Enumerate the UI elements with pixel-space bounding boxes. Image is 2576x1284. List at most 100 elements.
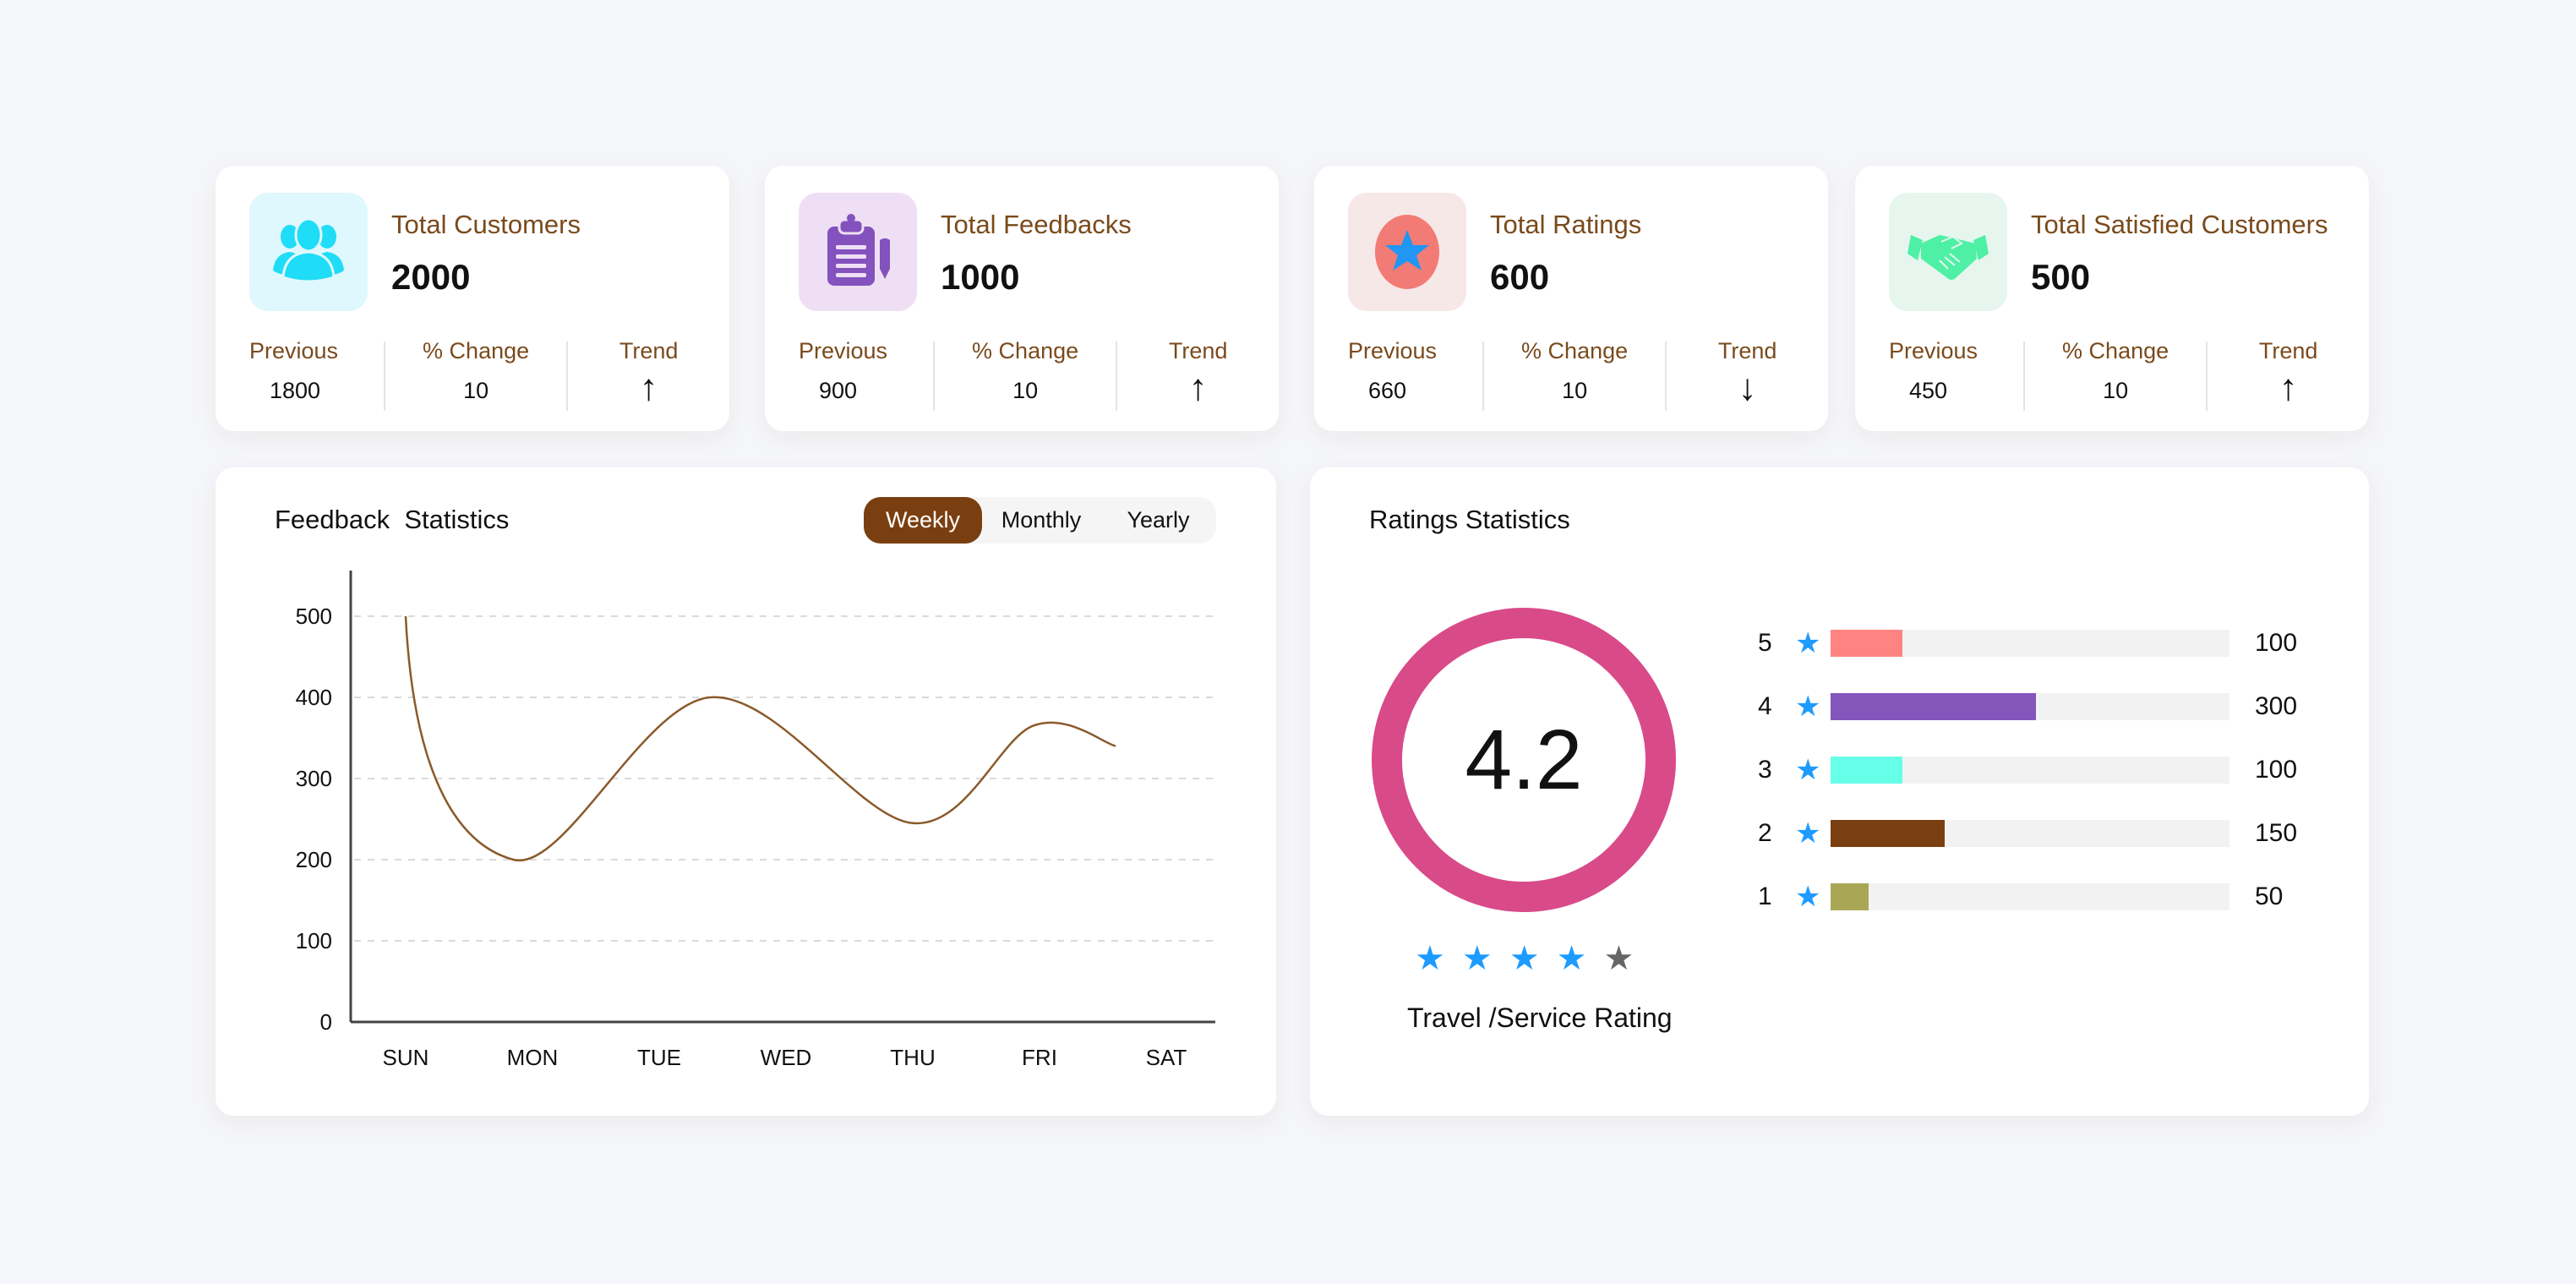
rating-bar-fill — [1831, 692, 2037, 720]
feedback-series-line — [404, 615, 1116, 862]
feedback-line-chart: 0 100 200 300 400 500 SUN MON TUE WED THU FRI SAT — [296, 571, 1215, 1070]
rating-count: 150 — [2255, 818, 2298, 847]
change-value: 10 — [1012, 378, 1039, 403]
y-tick-label: 200 — [296, 847, 332, 872]
star-level: 4 — [1758, 691, 1772, 720]
change-label: % Change — [1521, 338, 1629, 363]
rating-bar-track — [1831, 756, 2229, 784]
rating-count: 100 — [2255, 628, 2298, 657]
clipboard-icon — [799, 193, 917, 311]
star-level: 2 — [1758, 818, 1772, 847]
previous-value: 660 — [1368, 378, 1407, 403]
star-level: 5 — [1758, 628, 1772, 657]
star-icon: ★ — [1795, 690, 1821, 723]
previous-label: Previous — [1889, 338, 1978, 363]
rating-distribution-row: 2 ★ 150 — [1758, 801, 2333, 865]
handshake-icon — [1889, 193, 2007, 311]
star-icon: ★ — [1795, 753, 1821, 786]
trend-stat: Trend ↑ — [1117, 338, 1279, 419]
x-tick-label: THU — [890, 1045, 935, 1070]
arrow-up-icon: ↑ — [2279, 367, 2298, 408]
trend-stat: Trend ↑ — [2208, 338, 2369, 419]
trend-stat: Trend ↓ — [1667, 338, 1828, 419]
card-title: Total Ratings — [1490, 210, 1642, 239]
previous-label: Previous — [1348, 338, 1438, 363]
arrow-up-icon: ↑ — [639, 367, 658, 408]
x-tick-label: WED — [761, 1045, 812, 1070]
kpi-card: Total Customers 2000 Previous 1800 % Cha… — [216, 166, 729, 431]
change-stat: % Change 10 — [385, 338, 566, 419]
y-tick-label: 300 — [296, 766, 332, 791]
star-badge-icon — [1348, 193, 1466, 311]
ratings-statistics-title: Ratings Statistics — [1369, 505, 1570, 534]
rating-distribution-row: 3 ★ 100 — [1758, 738, 2333, 801]
rating-bar-fill — [1831, 882, 1869, 910]
previous-stat: Previous 1800 — [216, 338, 384, 419]
card-title: Total Feedbacks — [941, 210, 1132, 239]
previous-label: Previous — [799, 338, 888, 363]
rating-count: 100 — [2255, 755, 2298, 784]
kpi-card: Total Satisfied Customers 500 Previous 4… — [1855, 166, 2369, 431]
star-filled-icon: ★ — [1415, 940, 1445, 977]
users-icon — [249, 193, 368, 311]
y-tick-label: 500 — [296, 604, 332, 629]
card-stats: Previous 900 % Change 10 Trend ↑ — [765, 338, 1279, 419]
star-filled-icon: ★ — [1509, 940, 1540, 977]
trend-label: Trend — [2258, 338, 2318, 363]
change-value: 10 — [2103, 378, 2129, 403]
previous-stat: Previous 450 — [1855, 338, 2023, 419]
change-label: % Change — [423, 338, 530, 363]
feedback-statistics-panel: Feedback Statistics Weekly Monthly Yearl… — [216, 467, 1276, 1116]
y-tick-label: 0 — [320, 1009, 332, 1035]
rating-distribution-row: 1 ★ 50 — [1758, 865, 2333, 928]
star-empty-icon: ★ — [1603, 940, 1635, 977]
rating-bar-track — [1831, 629, 2229, 657]
previous-stat: Previous 900 — [765, 338, 933, 419]
rating-bar-fill — [1831, 629, 1902, 657]
rating-distribution-row: 5 ★ 100 — [1758, 611, 2333, 675]
star-filled-icon: ★ — [1556, 940, 1587, 977]
star-filled-icon: ★ — [1461, 940, 1493, 977]
card-title: Total Customers — [391, 210, 581, 239]
y-tick-label: 400 — [296, 685, 332, 710]
rating-count: 50 — [2255, 882, 2284, 910]
trend-label: Trend — [619, 338, 679, 363]
x-tick-label: SUN — [383, 1045, 429, 1070]
arrow-up-icon: ↑ — [1188, 367, 1208, 408]
rating-bar-fill — [1831, 756, 1902, 784]
previous-stat: Previous 660 — [1314, 338, 1482, 419]
rating-caption: Travel /Service Rating — [1407, 1003, 1673, 1033]
x-tick-label: MON — [507, 1045, 559, 1070]
previous-value: 900 — [819, 378, 858, 403]
x-tick-label: TUE — [637, 1045, 681, 1070]
change-value: 10 — [1562, 378, 1588, 403]
arrow-down-icon: ↓ — [1738, 367, 1757, 408]
card-value: 2000 — [391, 257, 471, 297]
trend-label: Trend — [1717, 338, 1777, 363]
card-stats: Previous 450 % Change 10 Trend ↑ — [1855, 338, 2369, 419]
rating-count: 300 — [2255, 691, 2298, 720]
change-stat: % Change 10 — [2025, 338, 2206, 419]
star-icon: ★ — [1795, 817, 1821, 850]
previous-value: 450 — [1909, 378, 1948, 403]
change-value: 10 — [463, 378, 489, 403]
previous-value: 1800 — [270, 378, 321, 403]
average-rating-value: 4.2 — [1465, 712, 1583, 807]
card-stats: Previous 660 % Change 10 Trend ↓ — [1314, 338, 1828, 419]
change-stat: % Change 10 — [935, 338, 1116, 419]
rating-bar-track — [1831, 819, 2229, 847]
change-label: % Change — [972, 338, 1079, 363]
change-stat: % Change 10 — [1484, 338, 1665, 419]
kpi-card: Total Feedbacks 1000 Previous 900 % Chan… — [765, 166, 1279, 431]
previous-label: Previous — [249, 338, 339, 363]
kpi-card: Total Ratings 600 Previous 660 % Change … — [1314, 166, 1828, 431]
star-icon: ★ — [1795, 880, 1821, 913]
star-level: 3 — [1758, 755, 1772, 784]
change-label: % Change — [2062, 338, 2169, 363]
rating-bar-track — [1831, 882, 2229, 910]
y-tick-label: 100 — [296, 928, 332, 953]
trend-label: Trend — [1168, 338, 1228, 363]
card-value: 500 — [2031, 257, 2091, 297]
ratings-statistics-panel: Ratings Statistics 4.2 ★ ★ ★ ★ ★ Travel /Ser… — [1310, 467, 2369, 1116]
x-tick-label: SAT — [1146, 1045, 1187, 1070]
